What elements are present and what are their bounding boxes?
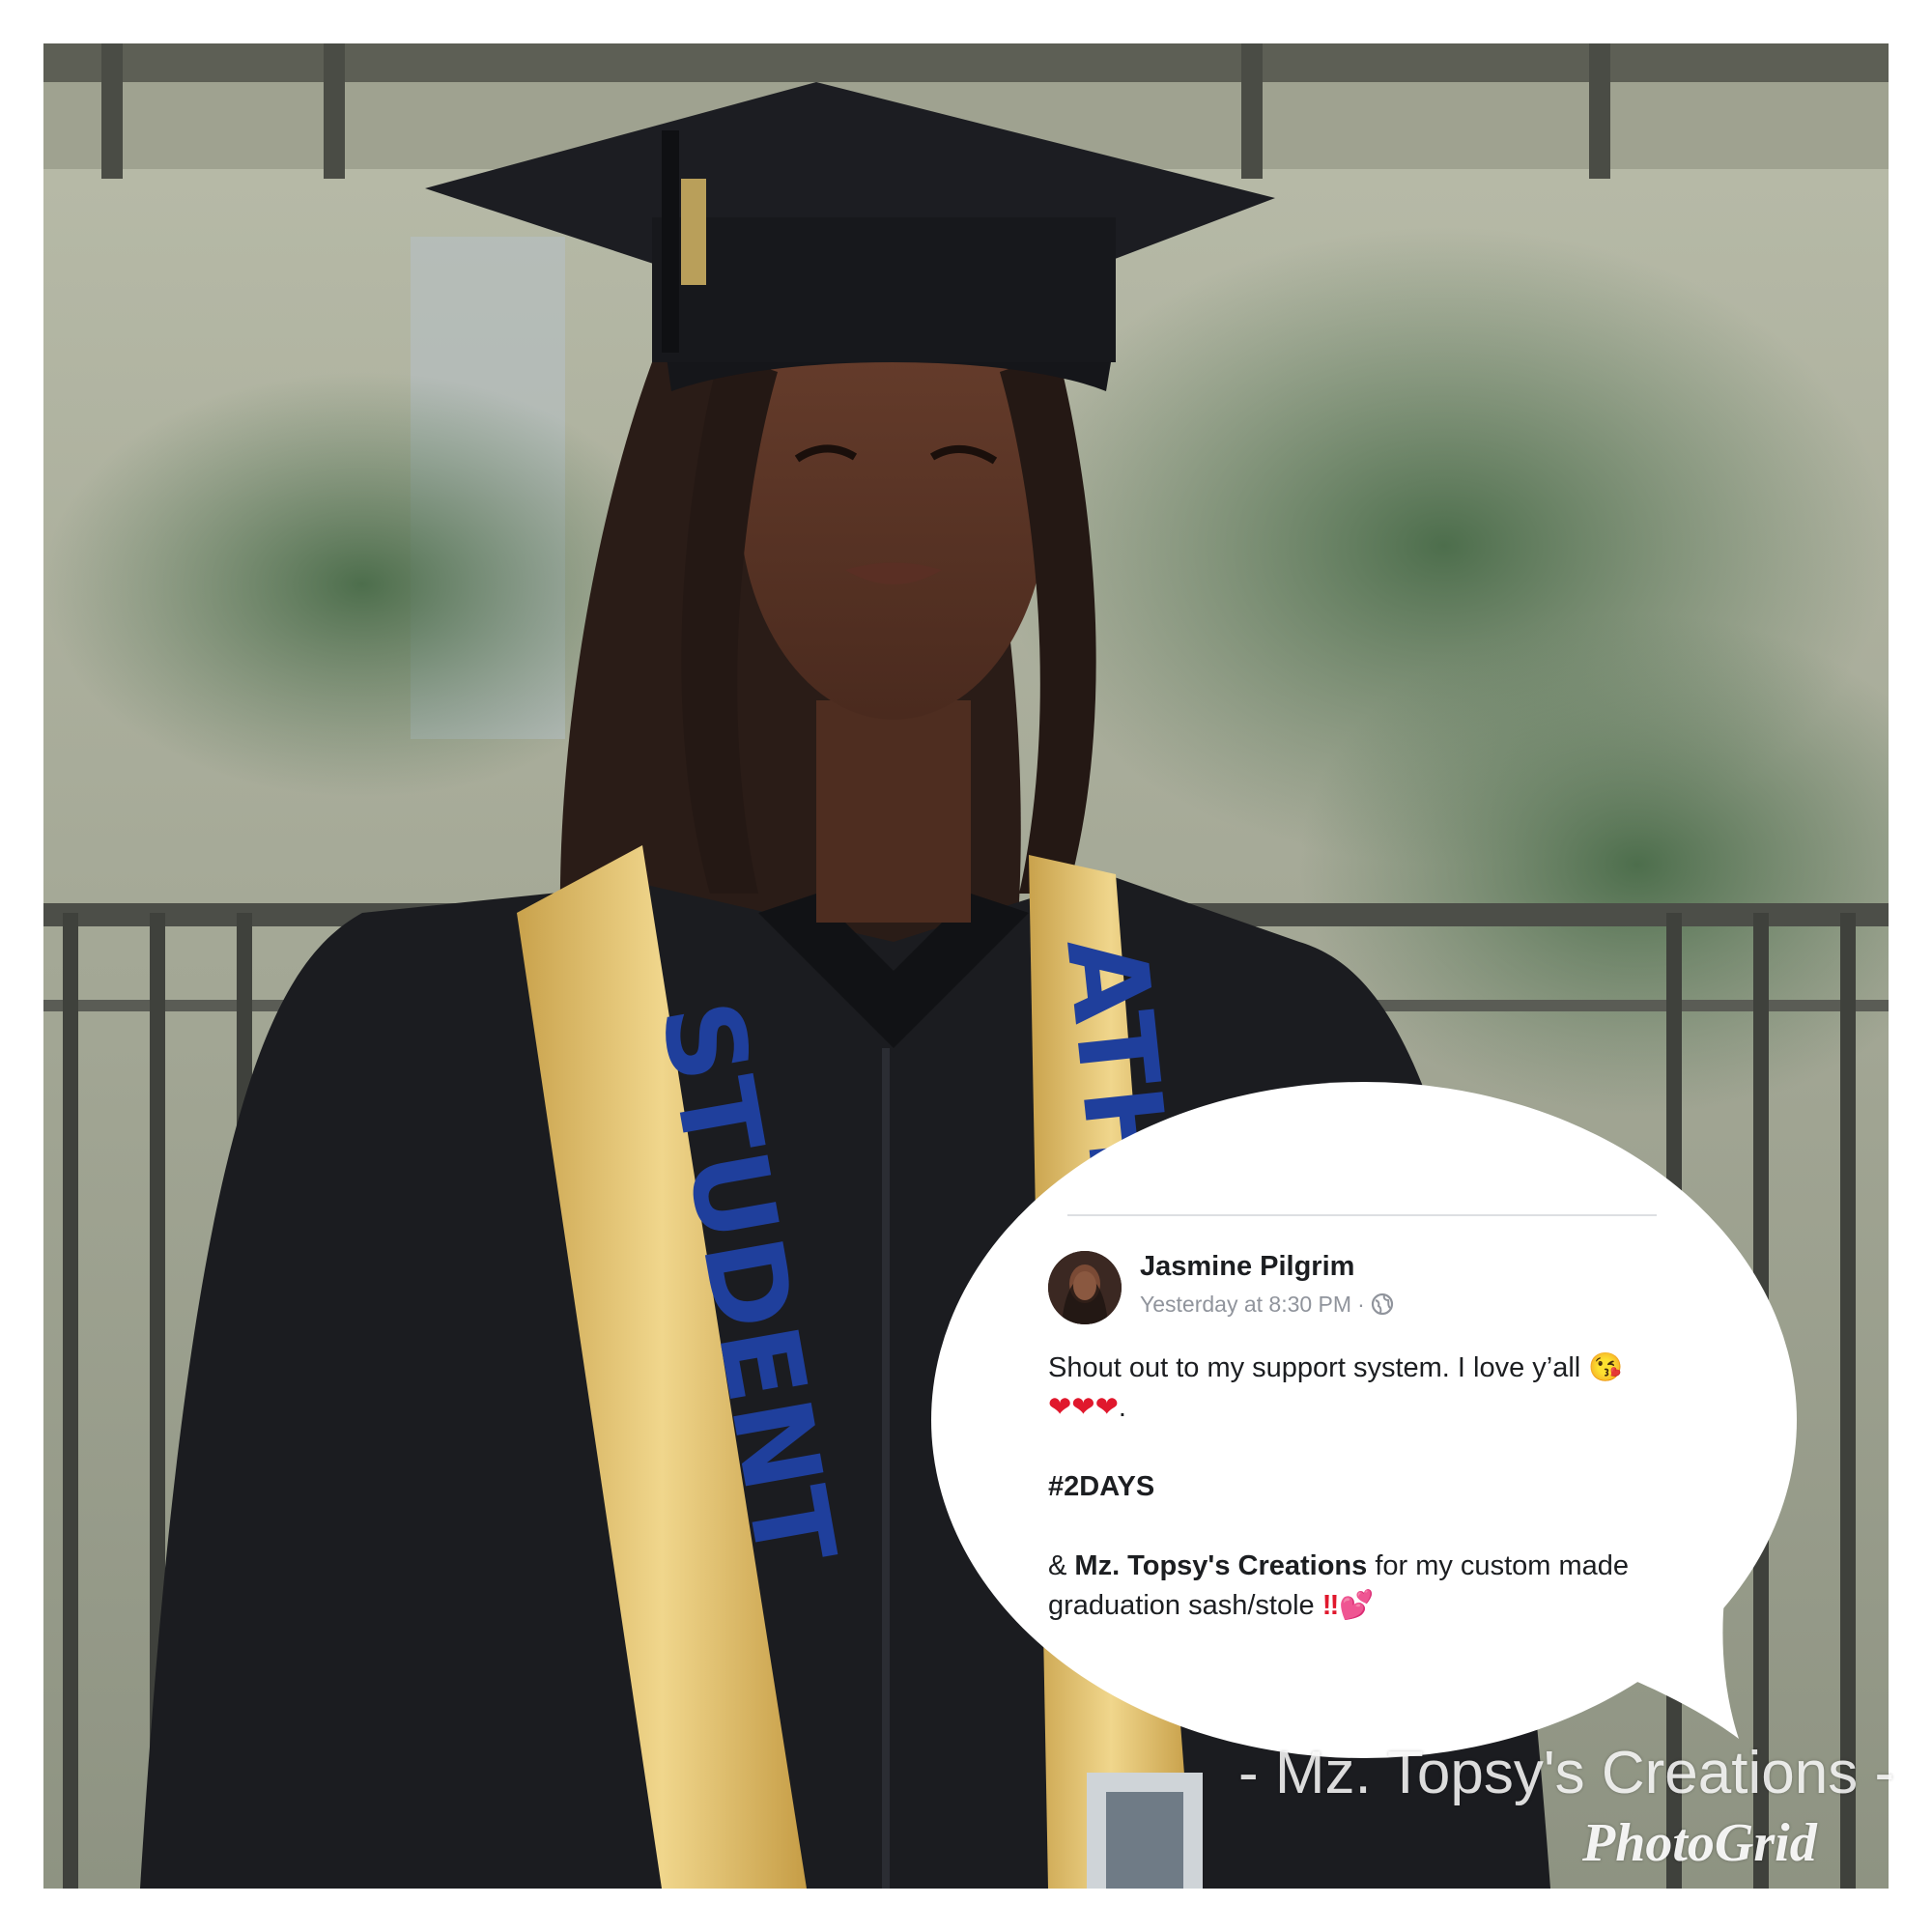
avatar[interactable]	[1048, 1251, 1122, 1324]
post-header: Jasmine Pilgrim Yesterday at 8:30 PM ·	[1048, 1251, 1666, 1328]
globe-icon[interactable]	[1371, 1293, 1394, 1321]
post-author-name[interactable]: Jasmine Pilgrim	[1140, 1251, 1354, 1283]
two-hearts-emoji: 💕	[1339, 1590, 1375, 1621]
hashtag-link[interactable]: #2DAYS	[1048, 1467, 1686, 1507]
double-exclamation-emoji: ‼	[1321, 1590, 1340, 1621]
kiss-emoji: 😘	[1588, 1352, 1624, 1383]
meta-separator: ·	[1357, 1292, 1365, 1317]
post-body: Shout out to my support system. I love y…	[1048, 1349, 1686, 1626]
post-line-1: Shout out to my support system. I love y…	[1048, 1349, 1686, 1428]
page-mention-link[interactable]: Mz. Topsy's Creations	[1074, 1550, 1367, 1581]
post-line-thanks: & Mz. Topsy's Creations for my custom ma…	[1048, 1547, 1686, 1626]
post-divider	[1067, 1214, 1657, 1216]
post-text-shoutout: Shout out to my support system. I love y…	[1048, 1352, 1581, 1383]
thanks-prefix: &	[1048, 1550, 1075, 1581]
photogrid-watermark: PhotoGrid	[1582, 1813, 1817, 1873]
post-period: .	[1118, 1392, 1126, 1423]
sash-right-text: ATH	[1041, 931, 1191, 1182]
post-meta: Yesterday at 8:30 PM ·	[1140, 1292, 1394, 1321]
post-timestamp[interactable]: Yesterday at 8:30 PM	[1140, 1292, 1351, 1317]
brand-watermark: - Mz. Topsy's Creations -	[1238, 1740, 1895, 1806]
hearts-emoji: ❤❤❤	[1048, 1392, 1119, 1423]
sash-right-lettering: ATH	[1041, 931, 1191, 1182]
